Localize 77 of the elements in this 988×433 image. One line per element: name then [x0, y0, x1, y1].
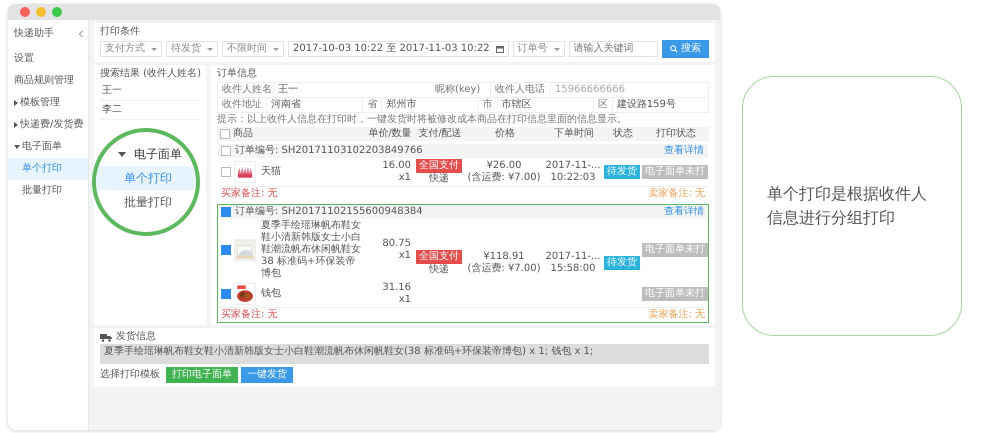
- order-time: 15:58:00: [550, 263, 596, 275]
- hint-text: 提示：以上收件人信息在打印时，一键发货时将被修改成本商品在打印信息里面的信息显示。: [217, 113, 628, 127]
- unit-price: 31.16: [382, 282, 411, 294]
- delivery-method: 快递: [429, 264, 449, 276]
- column-header: 商品: [233, 128, 254, 140]
- shipping-note: (含运费: ¥7.00): [468, 172, 540, 184]
- order-checkbox[interactable]: [221, 207, 231, 217]
- search-field[interactable]: 请输入关键词: [568, 41, 658, 57]
- seller-note: 卖家备注: 无: [648, 309, 705, 321]
- result-item[interactable]: 李二: [100, 101, 200, 120]
- minimize-icon[interactable]: [36, 7, 46, 17]
- sidebar-item[interactable]: 商品规则管理: [8, 70, 88, 92]
- panel-title: 订单信息: [217, 67, 258, 81]
- seller-note: 卖家备注: 无: [648, 188, 705, 200]
- column-header: 下单时间: [553, 128, 595, 140]
- column-header: 状态: [612, 128, 634, 140]
- product-name: 天猫: [261, 166, 281, 178]
- order-number: 订单编号: SH20171103102203849766: [235, 145, 424, 157]
- quantity: x1: [398, 172, 411, 184]
- column-header: 打印状态: [655, 128, 697, 140]
- dropdown[interactable]: 订单号: [512, 41, 565, 57]
- column-header: 单价/数量: [367, 128, 413, 140]
- order-date: 2017-11-...: [546, 160, 600, 172]
- dropdown[interactable]: 待发货: [166, 41, 218, 57]
- maximize-icon[interactable]: [52, 7, 62, 17]
- order-time: 10:22:03: [550, 172, 596, 184]
- sidebar-item[interactable]: 快递费/发货费: [8, 114, 88, 136]
- column-header: 支付/配送: [417, 128, 463, 140]
- panel-title: 打印条件: [100, 25, 141, 39]
- dropdown[interactable]: 支付方式: [100, 41, 162, 57]
- menu-group[interactable]: 电子面单: [96, 132, 196, 166]
- payment-badge: 全国支付: [416, 250, 462, 264]
- sidebar-item[interactable]: 设置: [8, 48, 88, 70]
- delivery-method: 快递: [429, 173, 449, 185]
- print-status-badge: 电子面单未打: [642, 287, 708, 301]
- buyer-note: 买家备注: 无: [221, 309, 278, 321]
- item-checkbox[interactable]: [221, 245, 231, 255]
- select-all-checkbox[interactable]: [220, 129, 230, 139]
- payment-badge: 全国支付: [416, 159, 462, 173]
- collapse-icon[interactable]: [78, 30, 84, 38]
- calendar-icon[interactable]: [496, 45, 504, 53]
- order-price: ¥118.91: [483, 251, 525, 262]
- product-name: 夏季手绘瑶琳帆布鞋女鞋小清新韩版女士小白鞋潮流帆布休闲帆鞋女 38 标准码+环保装帝博包: [261, 220, 362, 280]
- unit-price: 80.75: [382, 238, 411, 250]
- truck-icon: [100, 332, 112, 342]
- sidebar-subitem[interactable]: 批量打印: [8, 180, 88, 202]
- item-checkbox[interactable]: [221, 167, 231, 177]
- search-icon: [670, 45, 678, 53]
- print-status-badge: 电子面单未打: [642, 243, 708, 257]
- order-checkbox[interactable]: [221, 146, 231, 156]
- order-number: 订单编号: SH20171102155600948384: [235, 206, 424, 218]
- panel-title: 搜索结果 (收件人姓名): [100, 67, 200, 81]
- status-badge: 待发货: [604, 165, 640, 179]
- shipping-summary: 夏季手绘瑶琳帆布鞋女鞋小清新韩版女士小白鞋潮流帆布休闲帆鞋女(38 标准码+环保装帝博包) x 1; 钱包 x 1;: [100, 344, 709, 364]
- sidebar-item[interactable]: 模板管理: [8, 92, 88, 114]
- status-badge: 待发货: [604, 256, 640, 270]
- quantity: x1: [398, 250, 411, 262]
- close-icon[interactable]: [20, 7, 30, 17]
- callout-text: 单个打印是根据收件人信息进行分组打印: [767, 183, 928, 229]
- result-item[interactable]: 王一: [100, 82, 200, 101]
- quantity: x1: [398, 294, 411, 306]
- menu-item[interactable]: 批量打印: [96, 190, 196, 214]
- order-date: 2017-11-...: [546, 251, 600, 263]
- date-range-field[interactable]: 2017-10-03 10:22 至 2017-11-03 10:22: [288, 41, 509, 57]
- dropdown[interactable]: 不限时间: [222, 41, 284, 57]
- template-label: 选择打印模板: [100, 369, 160, 381]
- column-header: 价格: [494, 128, 516, 140]
- shipping-note: (含运费: ¥7.00): [468, 263, 540, 275]
- product-name: 钱包: [261, 288, 281, 300]
- app-title: 快递助手: [14, 28, 54, 40]
- panel-title: 发货信息: [116, 331, 156, 343]
- buyer-note: 买家备注: 无: [221, 188, 278, 200]
- unit-price: 16.00: [382, 160, 411, 172]
- item-checkbox[interactable]: [221, 289, 231, 299]
- sidebar-item[interactable]: 电子面单: [8, 136, 88, 158]
- print-status-badge: 电子面单未打: [642, 165, 708, 179]
- order-price: ¥26.00: [486, 160, 522, 172]
